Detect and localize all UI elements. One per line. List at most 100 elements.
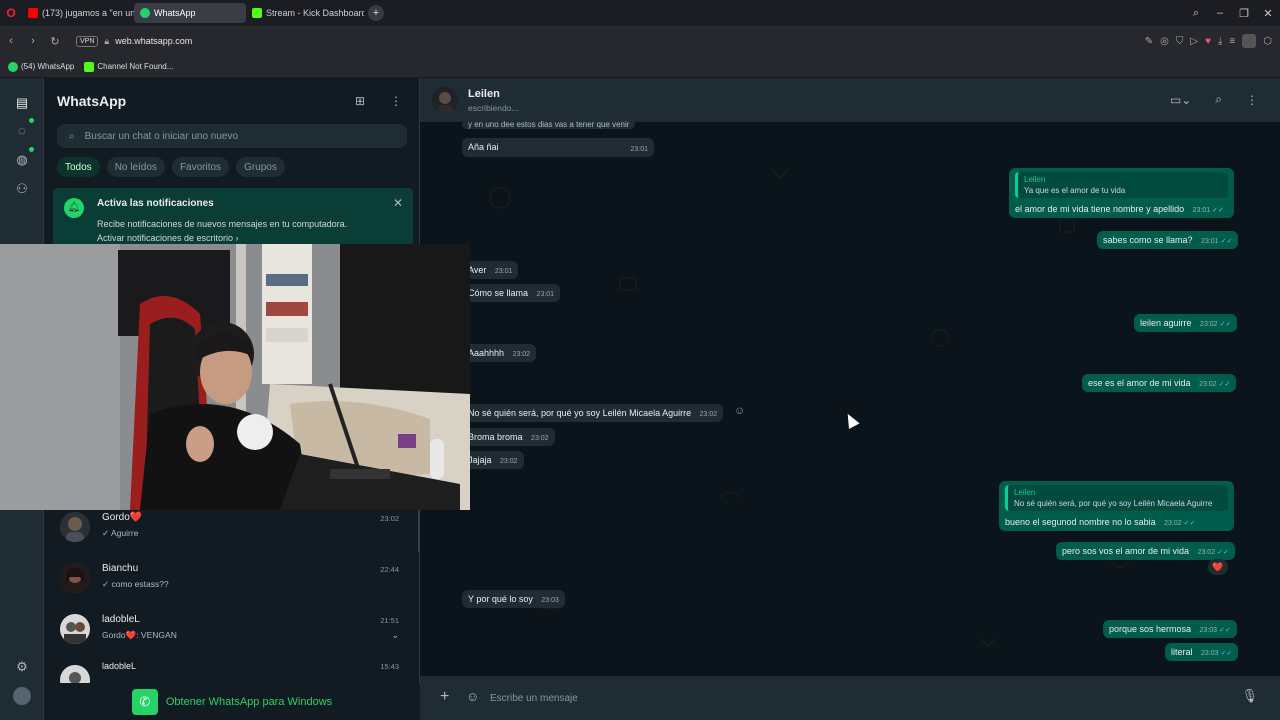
chat-list-item[interactable]: ladobleL Gordo❤️: VENGAN 21:51 ⌄ — [44, 610, 416, 660]
contact-avatar[interactable] — [432, 87, 458, 113]
minimize-button[interactable]: – — [1208, 7, 1232, 20]
url-field[interactable]: web.whatsapp.com — [115, 36, 192, 46]
message-incoming[interactable]: Jajaja 23:02 — [462, 451, 524, 469]
camera-icon[interactable]: ◎ — [1160, 36, 1169, 47]
extensions-icon[interactable]: ⬡ — [1263, 36, 1272, 47]
quoted-message[interactable]: Leilen Ya que es el amor de tu vida — [1015, 172, 1228, 198]
message-text: Jajaja — [468, 455, 492, 465]
attach-icon[interactable]: + — [440, 688, 449, 706]
browser-tab-whatsapp[interactable]: WhatsApp — [134, 3, 246, 23]
filter-favoritos[interactable]: Favoritos — [171, 157, 230, 177]
chat-preview: Gordo❤️: VENGAN — [102, 630, 177, 640]
message-outgoing[interactable]: literal 23:03 ✓✓ — [1165, 643, 1239, 661]
message-text: Broma broma — [468, 432, 523, 442]
maximize-button[interactable]: ❐ — [1232, 7, 1256, 20]
search-box[interactable]: ⌕ Buscar un chat o iniciar uno nuevo — [57, 124, 407, 148]
chat-filters: Todos No leídos Favoritos Grupos — [57, 157, 285, 177]
filter-todos[interactable]: Todos — [57, 157, 100, 177]
app-title: WhatsApp — [57, 93, 127, 109]
heart-icon[interactable]: ♥ — [1205, 36, 1211, 47]
message-incoming[interactable]: No sé quién será, por qué yo soy Leilén … — [462, 404, 724, 422]
close-window-button[interactable]: ✕ — [1256, 7, 1280, 20]
message-time: 23:02 — [1200, 321, 1218, 328]
kick-icon — [252, 8, 262, 18]
menu-icon[interactable]: ≡ — [1229, 36, 1235, 47]
get-app-banner[interactable]: ✆ Obtener WhatsApp para Windows — [44, 684, 420, 720]
emoji-reaction-icon[interactable]: ☺ — [734, 405, 745, 417]
message-outgoing[interactable]: sabes como se llama? 23:01 ✓✓ — [1097, 231, 1239, 249]
message-outgoing[interactable]: Leilen No sé quién será, por qué yo soy … — [999, 481, 1234, 531]
message-time: 23:02 — [531, 435, 549, 442]
new-tab-button[interactable]: + — [368, 5, 384, 21]
message-incoming[interactable]: Aña ñai 23:01 — [462, 138, 654, 157]
chat-list-item[interactable]: ladobleL 15:43 — [44, 661, 416, 683]
bookmark-label: (54) WhatsApp — [21, 62, 75, 71]
youtube-icon — [28, 8, 38, 18]
sticker-icon[interactable]: ☺ — [466, 689, 479, 704]
microphone-icon[interactable]: 🎙︎ — [1241, 688, 1258, 704]
status-icon[interactable]: ◌ — [13, 122, 31, 140]
profile-avatar[interactable] — [13, 687, 31, 705]
profile-avatar[interactable] — [1242, 34, 1257, 48]
message-time: 23:02 — [1199, 381, 1217, 388]
notification-banner[interactable]: 🔔︎ Activa las notificaciones Recibe noti… — [53, 188, 413, 246]
bookmark-kick[interactable]: Channel Not Found... — [84, 61, 173, 72]
new-chat-icon[interactable]: ⊞ — [355, 94, 365, 108]
browser-tab-kick[interactable]: Stream - Kick Dashboard — [246, 3, 364, 23]
message-text: Aver — [468, 265, 487, 275]
edit-icon[interactable]: ✎ — [1145, 36, 1153, 47]
lock-icon[interactable]: 🔒︎ — [104, 36, 109, 47]
shield-icon[interactable]: ⛉ — [1176, 36, 1184, 47]
message-incoming[interactable]: y en uno dee estos dias vas a tener que … — [462, 119, 636, 129]
message-input[interactable] — [490, 684, 1230, 712]
close-icon[interactable]: ✕ — [393, 196, 403, 210]
chat-header[interactable]: Leilen escribiendo... ▭⌄ ⌕ ⋮ — [420, 78, 1280, 122]
bookmark-whatsapp[interactable]: (54) WhatsApp — [8, 61, 75, 72]
filter-no-leidos[interactable]: No leídos — [106, 157, 165, 177]
quoted-message[interactable]: Leilen No sé quién será, por qué yo soy … — [1005, 485, 1228, 511]
chat-name: ladobleL — [102, 661, 137, 671]
more-options-icon[interactable]: ⋮ — [390, 94, 402, 108]
heart-reaction[interactable]: ❤️ — [1208, 559, 1228, 575]
enable-notifications-link[interactable]: Activar notificaciones de escritorio › — [97, 233, 239, 243]
chats-icon[interactable]: ▤ — [13, 94, 31, 112]
message-outgoing[interactable]: pero sos vos el amor de mi vida 23:02 ✓✓ — [1056, 542, 1235, 560]
chat-time: 15:43 — [380, 662, 399, 671]
download-icon[interactable]: ⤓ — [1218, 36, 1222, 47]
message-incoming[interactable]: Y por qué lo soy 23:03 — [462, 590, 565, 608]
communities-icon[interactable]: ⚇ — [13, 180, 31, 198]
chevron-down-icon[interactable]: ⌄ — [391, 630, 399, 641]
streamer-camera-image — [0, 244, 470, 510]
browser-tab-youtube[interactable]: (173) jugamos a "en una ... — [22, 3, 134, 23]
message-incoming[interactable]: Aaahhhh 23:02 — [462, 344, 537, 362]
reload-button[interactable]: ↻ — [44, 35, 66, 48]
more-options-icon[interactable]: ⋮ — [1246, 93, 1258, 107]
vpn-badge[interactable]: VPN — [76, 35, 99, 47]
message-incoming[interactable]: Cómo se llama 23:01 — [462, 284, 561, 302]
video-call-icon[interactable]: ▭⌄ — [1170, 93, 1191, 107]
search-input[interactable]: Buscar un chat o iniciar uno nuevo — [85, 131, 238, 142]
search-icon[interactable]: ⌕ — [1215, 92, 1222, 107]
message-incoming[interactable]: Aver 23:01 — [462, 261, 519, 279]
message-text: pero sos vos el amor de mi vida — [1062, 546, 1190, 556]
chat-list-item[interactable]: Bianchu ✓ como estass?? 22:44 — [44, 559, 416, 609]
back-button[interactable]: ‹ — [0, 35, 22, 47]
play-icon[interactable]: ▷ — [1190, 36, 1198, 47]
channels-icon[interactable]: ◍ — [13, 151, 31, 169]
read-ticks-icon: ✓✓ — [1183, 520, 1196, 527]
message-outgoing[interactable]: Leilen Ya que es el amor de tu vida el a… — [1009, 168, 1234, 218]
chat-list-item[interactable]: Gordo❤️ ✓ Aguirre 23:02 — [44, 508, 416, 558]
browser-tab-strip: O (173) jugamos a "en una ... WhatsApp S… — [0, 0, 1280, 26]
notification-description: Recibe notificaciones de nuevos mensajes… — [97, 219, 348, 229]
message-text: Y por qué lo soy — [468, 594, 533, 604]
opera-logo-icon[interactable]: O — [0, 0, 22, 26]
message-time: 23:01 — [630, 146, 648, 153]
message-outgoing[interactable]: ese es el amor de mi vida 23:02 ✓✓ — [1082, 374, 1237, 392]
forward-button[interactable]: › — [22, 35, 44, 47]
message-incoming[interactable]: Broma broma 23:02 — [462, 428, 555, 446]
search-tabs-icon[interactable]: ⌕ — [1184, 7, 1208, 20]
message-outgoing[interactable]: leilen aguirre 23:02 ✓✓ — [1134, 314, 1238, 332]
settings-icon[interactable]: ⚙ — [13, 658, 31, 676]
message-outgoing[interactable]: porque sos hermosa 23:03 ✓✓ — [1103, 620, 1237, 638]
filter-grupos[interactable]: Grupos — [236, 157, 285, 177]
